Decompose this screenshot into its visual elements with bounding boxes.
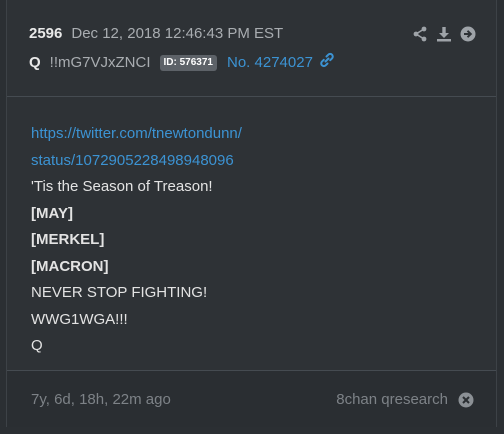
author-name: Q	[29, 54, 41, 71]
close-circle-icon[interactable]	[458, 392, 474, 413]
time-ago: 7y, 6d, 18h, 22m ago	[31, 391, 171, 408]
post-number: 2596	[29, 25, 63, 42]
body-line-bold: [MERKEL]	[31, 231, 105, 248]
body-line: NEVER STOP FIGHTING!	[31, 284, 208, 301]
post-meta-row: 2596 Dec 12, 2018 12:46:43 PM EST	[29, 25, 283, 42]
post-body: https://twitter.com/tnewtondunn/ status/…	[31, 121, 242, 360]
body-signature: Q	[31, 337, 43, 354]
body-line: WWG1WGA!!!	[31, 310, 128, 328]
body-line-bold: [MACRON]	[31, 257, 109, 275]
post-header: 2596 Dec 12, 2018 12:46:43 PM EST Q !!mG…	[7, 0, 496, 97]
body-line-bold: [MAY]	[31, 204, 73, 222]
tweet-link-part1[interactable]: https://twitter.com/tnewtondunn/	[31, 121, 242, 148]
arrow-right-circle-icon[interactable]	[460, 26, 476, 42]
link-icon[interactable]	[319, 52, 335, 73]
post-author-row: Q !!mG7VJxZNCI ID: 576371 No. 4274027	[29, 52, 335, 73]
body-line: 'Tis the Season of Treason!	[31, 178, 213, 195]
source-label: 8chan qresearch	[336, 391, 448, 408]
post-card: 2596 Dec 12, 2018 12:46:43 PM EST Q !!mG…	[6, 0, 497, 427]
post-actions	[412, 26, 476, 42]
tweet-link-part2[interactable]: status/1072905228498948096	[31, 148, 242, 175]
download-icon[interactable]	[436, 26, 452, 42]
id-badge: ID: 576371	[159, 54, 217, 71]
post-footer: 7y, 6d, 18h, 22m ago 8chan qresearch	[7, 370, 496, 427]
post-date: Dec 12, 2018 12:46:43 PM EST	[71, 25, 284, 42]
share-icon[interactable]	[412, 26, 428, 42]
tripcode: !!mG7VJxZNCI	[49, 54, 151, 71]
post-number-link[interactable]: No. 4274027	[227, 54, 313, 71]
